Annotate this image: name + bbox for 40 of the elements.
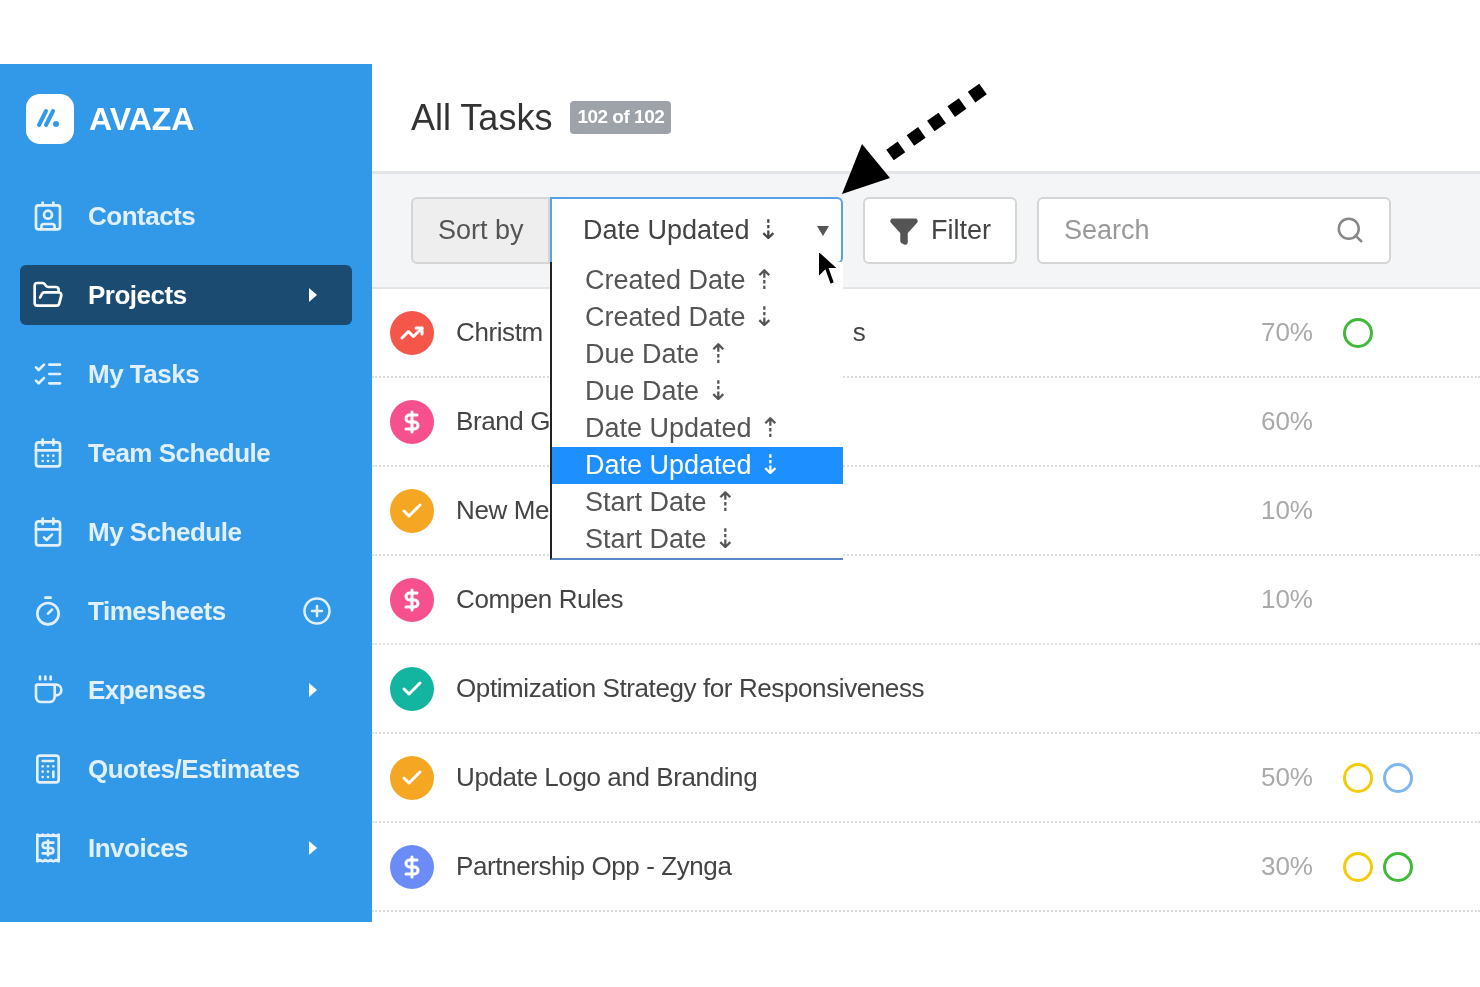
percent-complete-text: 30% xyxy=(1259,850,1313,883)
filter-button[interactable]: Filter xyxy=(863,197,1017,264)
dropdown-caret-icon xyxy=(817,225,829,236)
task-name[interactable]: Christm xyxy=(456,313,543,352)
task-name[interactable]: Compen Rules xyxy=(456,580,624,619)
sort-option[interactable]: Start Date ⇣ xyxy=(552,521,843,558)
percent-complete-text: 70% xyxy=(1259,316,1313,349)
search-field[interactable]: Search xyxy=(1037,197,1391,264)
search-icon xyxy=(1335,215,1365,245)
contact-card-icon xyxy=(32,200,64,232)
sort-label: Sort by xyxy=(411,197,550,264)
caret-icon xyxy=(308,840,318,856)
sort-option[interactable]: Due Date ⇡ xyxy=(552,336,843,373)
sort-option[interactable]: Due Date ⇣ xyxy=(552,373,843,410)
logo-icon xyxy=(26,94,74,144)
task-name[interactable]: Optimization Strategy for Responsiveness xyxy=(456,669,925,708)
add-icon[interactable] xyxy=(302,596,332,626)
percent-complete-text: 10% xyxy=(1259,494,1313,527)
percent-complete-text: 10% xyxy=(1259,583,1313,616)
count-badge: 102 of 102 xyxy=(570,101,672,134)
percent-complete-text: 50% xyxy=(1259,761,1313,794)
sort-option[interactable]: Created Date ⇡ xyxy=(552,262,843,299)
sort-option[interactable]: Created Date ⇣ xyxy=(552,299,843,336)
sort-option[interactable]: Start Date ⇡ xyxy=(552,484,843,521)
task-name[interactable]: Partnership Opp - Zynga xyxy=(456,847,732,886)
percent-complete-text: 60% xyxy=(1259,405,1313,438)
caret-icon xyxy=(308,287,318,303)
task-name[interactable]: Brand G xyxy=(456,402,551,441)
sidebar-item[interactable]: Projects xyxy=(20,265,352,325)
cup-icon xyxy=(32,674,64,706)
caret-icon xyxy=(308,682,318,698)
calendar-icon xyxy=(32,437,64,469)
task-name[interactable]: New Me xyxy=(456,491,549,530)
task-name[interactable]: s xyxy=(852,313,866,352)
task-name[interactable]: Update Logo and Branding xyxy=(456,758,758,797)
sort-option[interactable]: Date Updated ⇡ xyxy=(552,410,843,447)
calendar-check-icon xyxy=(32,516,64,548)
sort-select[interactable]: Date Updated ⇣ xyxy=(550,197,843,264)
page-title: All Tasks xyxy=(411,95,553,140)
brand-name: AVAZA xyxy=(89,100,195,139)
